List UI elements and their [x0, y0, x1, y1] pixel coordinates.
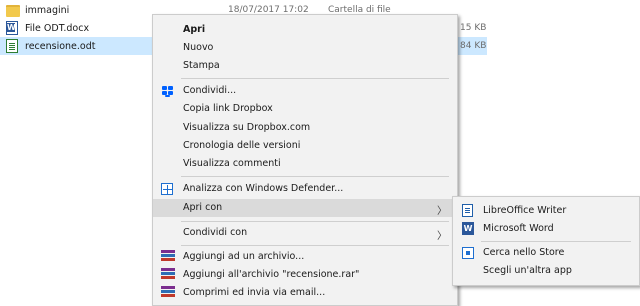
- libreoffice-writer-icon: [461, 204, 475, 218]
- menu-item-visualizza-dropbox[interactable]: Visualizza su Dropbox.com: [153, 119, 455, 137]
- context-menu: Apri Nuovo Stampa Condividi... Copia lin…: [152, 14, 458, 306]
- submenu-item-scegli-altra-app[interactable]: Scegli un'altra app: [453, 262, 637, 280]
- menu-item-aggiungi-archivio[interactable]: Aggiungi ad un archivio...: [153, 248, 455, 266]
- menu-item-condividi-con[interactable]: Condividi con 〉: [153, 224, 455, 242]
- menu-item-stampa[interactable]: Stampa: [153, 57, 455, 75]
- chevron-right-icon: 〉: [437, 206, 447, 217]
- windows-defender-icon: [161, 183, 175, 197]
- submenu-item-microsoft-word[interactable]: W Microsoft Word: [453, 220, 637, 238]
- menu-item-copia-link-dropbox[interactable]: Copia link Dropbox: [153, 100, 455, 118]
- menu-item-label: Condividi...: [183, 85, 237, 96]
- word-icon: W: [462, 222, 474, 235]
- submenu-separator: [481, 241, 631, 242]
- menu-item-label: Cronologia delle versioni: [183, 140, 301, 151]
- winrar-icon: [161, 250, 175, 264]
- odt-icon: [6, 39, 20, 53]
- file-name: recensione.odt: [25, 40, 96, 52]
- winrar-icon: [161, 286, 175, 300]
- menu-separator: [181, 245, 449, 246]
- menu-item-windows-defender[interactable]: Analizza con Windows Defender...: [153, 180, 455, 198]
- menu-item-label: Aggiungi all'archivio "recensione.rar": [183, 269, 360, 280]
- dropbox-icon: [161, 84, 175, 98]
- chevron-right-icon: 〉: [437, 231, 447, 242]
- menu-item-label: Apri: [183, 24, 206, 35]
- menu-item-label: Visualizza su Dropbox.com: [183, 122, 311, 133]
- menu-item-label: Copia link Dropbox: [183, 103, 273, 114]
- menu-separator: [181, 78, 449, 79]
- menu-item-label: Apri con: [183, 202, 223, 213]
- docx-icon: [6, 21, 20, 35]
- file-name: File ODT.docx: [25, 22, 90, 34]
- submenu-item-cerca-store[interactable]: Cerca nello Store: [453, 244, 637, 262]
- submenu-item-label: Scegli un'altra app: [483, 265, 572, 276]
- file-size: 84 KB: [460, 41, 487, 51]
- menu-item-label: Condividi con: [183, 227, 248, 238]
- menu-item-nuovo[interactable]: Nuovo: [153, 39, 455, 57]
- menu-item-label: Analizza con Windows Defender...: [183, 183, 344, 194]
- submenu-item-libreoffice-writer[interactable]: LibreOffice Writer: [453, 202, 637, 220]
- winrar-icon: [161, 268, 175, 282]
- file-name: immagini: [25, 4, 70, 16]
- menu-item-label: Comprimi ed invia via email...: [183, 287, 326, 298]
- menu-item-label: Nuovo: [183, 42, 214, 53]
- menu-item-condividi[interactable]: Condividi...: [153, 82, 455, 100]
- file-row-file-odt-docx[interactable]: File ODT.docx: [0, 19, 150, 37]
- menu-item-cronologia-versioni[interactable]: Cronologia delle versioni: [153, 137, 455, 155]
- submenu-item-label: LibreOffice Writer: [483, 205, 567, 216]
- menu-item-comprimi-invia-email[interactable]: Comprimi ed invia via email...: [153, 284, 455, 302]
- menu-item-label: Stampa: [183, 60, 220, 71]
- store-icon: [461, 246, 475, 260]
- menu-item-label: Visualizza commenti: [183, 158, 281, 169]
- file-size: 15 KB: [460, 23, 487, 33]
- menu-item-apri[interactable]: Apri: [153, 21, 455, 39]
- submenu-item-label: Cerca nello Store: [483, 247, 565, 258]
- submenu-item-label: Microsoft Word: [483, 223, 554, 234]
- menu-item-aggiungi-recensione-rar[interactable]: Aggiungi all'archivio "recensione.rar": [153, 266, 455, 284]
- menu-item-visualizza-commenti[interactable]: Visualizza commenti: [153, 155, 455, 173]
- menu-separator: [181, 176, 449, 177]
- folder-icon: [6, 3, 20, 17]
- open-with-submenu: LibreOffice Writer W Microsoft Word Cerc…: [452, 196, 640, 286]
- menu-separator: [181, 221, 449, 222]
- menu-item-label: Aggiungi ad un archivio...: [183, 251, 305, 262]
- menu-item-apri-con[interactable]: Apri con 〉: [153, 199, 455, 217]
